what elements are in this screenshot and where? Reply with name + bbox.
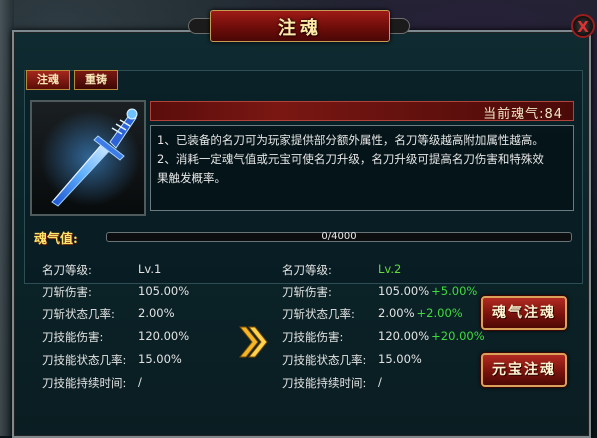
- stat-name: 刀斩伤害:: [282, 285, 332, 299]
- tab-recast[interactable]: 重铸: [74, 70, 118, 90]
- stat-increase: +5.00%: [431, 284, 478, 298]
- stat-row: 刀斩状态几率: 2.00% +2.00%: [282, 306, 502, 328]
- current-soul-label: 当前魂气:84: [483, 107, 563, 122]
- stat-increase: +20.00%: [431, 329, 485, 343]
- stat-name: 刀技能持续时间:: [282, 376, 367, 390]
- soul-value-row: 魂气值: 0/4000: [28, 228, 574, 247]
- stat-name: 刀技能持续时间:: [42, 376, 127, 390]
- stat-row: 刀技能伤害: 120.00% +20.00%: [282, 329, 502, 351]
- stat-name: 名刀等级:: [282, 263, 332, 277]
- stat-name: 刀技能状态几率:: [42, 353, 127, 367]
- stat-name: 名刀等级:: [42, 263, 92, 277]
- stat-row: 刀技能状态几率: 15.00%: [282, 352, 502, 374]
- description-line: 果触发概率。: [157, 171, 226, 185]
- soul-inject-button[interactable]: 魂气注魂: [481, 296, 567, 330]
- stat-row-level: 名刀等级: Lv.2: [282, 262, 502, 284]
- stat-value-group: 120.00% +20.00%: [378, 329, 485, 343]
- level-value: Lv.2: [378, 262, 402, 276]
- stat-row: 刀技能状态几率: 15.00%: [42, 352, 262, 374]
- stat-value-group: 105.00% +5.00%: [378, 284, 477, 298]
- stat-value: /: [378, 375, 382, 389]
- stat-value: 2.00%: [138, 306, 175, 320]
- soul-value-progress: 0/4000: [106, 231, 572, 242]
- gold-inject-button[interactable]: 元宝注魂: [481, 353, 567, 387]
- stat-value: /: [138, 375, 142, 389]
- title-plate: 注魂: [210, 10, 390, 42]
- stat-value: 2.00%: [378, 306, 415, 320]
- stat-increase: +2.00%: [416, 306, 463, 320]
- stat-name: 刀技能状态几率:: [282, 353, 367, 367]
- close-button[interactable]: X: [571, 14, 595, 38]
- sword-icon: [40, 108, 140, 207]
- double-chevron-right-icon: [238, 326, 268, 358]
- soul-value-label: 魂气值:: [34, 232, 78, 247]
- description-box: 1、已装备的名刀可为玩家提供部分额外属性，名刀等级越高附加属性越高。 2、消耗一…: [150, 125, 574, 211]
- stat-name: 刀技能伤害:: [282, 330, 344, 344]
- title-banner: 注魂: [188, 8, 410, 44]
- stat-value: 105.00%: [378, 284, 430, 298]
- stat-value: 120.00%: [378, 329, 430, 343]
- stat-row: 刀斩状态几率: 2.00%: [42, 306, 262, 328]
- stat-value: 120.00%: [138, 329, 190, 343]
- stat-value-group: 2.00% +2.00%: [378, 306, 463, 320]
- window-title: 注魂: [278, 18, 322, 39]
- stat-row: 刀斩伤害: 105.00%: [42, 284, 262, 306]
- stat-row-level: 名刀等级: Lv.1: [42, 262, 262, 284]
- current-soul-bar: 当前魂气:84: [150, 101, 574, 122]
- stat-row: 刀斩伤害: 105.00% +5.00%: [282, 284, 502, 306]
- stat-value: 15.00%: [138, 352, 182, 366]
- description-line: 2、消耗一定魂气值或元宝可使名刀升级，名刀升级可提高名刀伤害和特殊效: [157, 152, 544, 166]
- soul-value-text: 0/4000: [321, 231, 357, 242]
- stat-row: 刀技能持续时间: /: [42, 375, 262, 397]
- stat-name: 刀斩伤害:: [42, 285, 92, 299]
- stat-name: 刀斩状态几率:: [282, 307, 355, 321]
- stat-value: 15.00%: [378, 352, 422, 366]
- stat-name: 刀斩状态几率:: [42, 307, 115, 321]
- sword-slot[interactable]: [30, 100, 146, 216]
- description-line: 1、已装备的名刀可为玩家提供部分额外属性，名刀等级越高附加属性越高。: [157, 133, 544, 147]
- stat-name: 刀技能伤害:: [42, 330, 104, 344]
- stat-row: 刀技能持续时间: /: [282, 375, 502, 397]
- level-value: Lv.1: [138, 262, 162, 276]
- stat-row: 刀技能伤害: 120.00%: [42, 329, 262, 351]
- tab-soul-inject[interactable]: 注魂: [26, 70, 70, 90]
- stat-value: 105.00%: [138, 284, 190, 298]
- close-icon: X: [577, 18, 589, 36]
